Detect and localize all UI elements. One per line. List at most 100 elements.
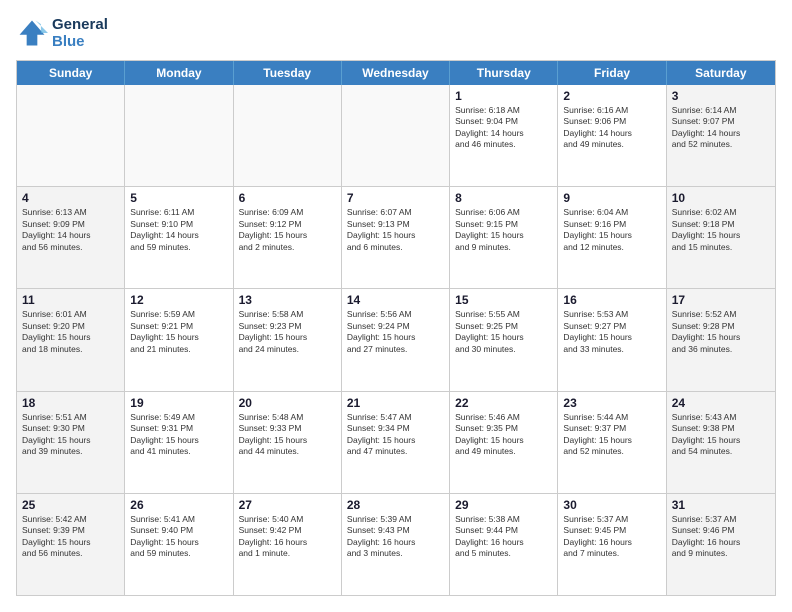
- day-info: Sunrise: 5:38 AM Sunset: 9:44 PM Dayligh…: [455, 514, 552, 560]
- calendar: SundayMondayTuesdayWednesdayThursdayFrid…: [16, 60, 776, 596]
- empty-cell: [342, 85, 450, 186]
- day-info: Sunrise: 6:02 AM Sunset: 9:18 PM Dayligh…: [672, 207, 770, 253]
- day-cell-24: 24 Sunrise: 5:43 AM Sunset: 9:38 PM Dayli…: [667, 392, 775, 493]
- logo: General Blue: [16, 16, 108, 50]
- logo-icon: [16, 17, 48, 49]
- day-number: 20: [239, 396, 336, 410]
- day-info: Sunrise: 5:44 AM Sunset: 9:37 PM Dayligh…: [563, 412, 660, 458]
- day-number: 3: [672, 89, 770, 103]
- calendar-row-2: 11 Sunrise: 6:01 AM Sunset: 9:20 PM Dayli…: [17, 289, 775, 391]
- day-info: Sunrise: 5:42 AM Sunset: 9:39 PM Dayligh…: [22, 514, 119, 560]
- day-info: Sunrise: 5:49 AM Sunset: 9:31 PM Dayligh…: [130, 412, 227, 458]
- empty-cell: [125, 85, 233, 186]
- day-cell-30: 30 Sunrise: 5:37 AM Sunset: 9:45 PM Dayli…: [558, 494, 666, 595]
- header: General Blue: [16, 16, 776, 50]
- empty-cell: [234, 85, 342, 186]
- day-number: 23: [563, 396, 660, 410]
- day-info: Sunrise: 6:01 AM Sunset: 9:20 PM Dayligh…: [22, 309, 119, 355]
- day-cell-25: 25 Sunrise: 5:42 AM Sunset: 9:39 PM Dayli…: [17, 494, 125, 595]
- day-info: Sunrise: 6:16 AM Sunset: 9:06 PM Dayligh…: [563, 105, 660, 151]
- day-cell-6: 6 Sunrise: 6:09 AM Sunset: 9:12 PM Daylig…: [234, 187, 342, 288]
- day-info: Sunrise: 5:56 AM Sunset: 9:24 PM Dayligh…: [347, 309, 444, 355]
- day-cell-11: 11 Sunrise: 6:01 AM Sunset: 9:20 PM Dayli…: [17, 289, 125, 390]
- day-number: 24: [672, 396, 770, 410]
- day-cell-18: 18Sunrise: 5:51 AM Sunset: 9:30 PM Dayli…: [17, 392, 125, 493]
- day-number: 6: [239, 191, 336, 205]
- day-info: Sunrise: 6:09 AM Sunset: 9:12 PM Dayligh…: [239, 207, 336, 253]
- day-cell-7: 7 Sunrise: 6:07 AM Sunset: 9:13 PM Daylig…: [342, 187, 450, 288]
- day-number: 17: [672, 293, 770, 307]
- header-day-sunday: Sunday: [17, 61, 125, 85]
- day-cell-14: 14 Sunrise: 5:56 AM Sunset: 9:24 PM Dayli…: [342, 289, 450, 390]
- day-number: 31: [672, 498, 770, 512]
- day-info: Sunrise: 6:07 AM Sunset: 9:13 PM Dayligh…: [347, 207, 444, 253]
- day-cell-1: 1Sunrise: 6:18 AM Sunset: 9:04 PM Daylig…: [450, 85, 558, 186]
- day-number: 30: [563, 498, 660, 512]
- day-info: Sunrise: 5:46 AM Sunset: 9:35 PM Dayligh…: [455, 412, 552, 458]
- day-cell-10: 10 Sunrise: 6:02 AM Sunset: 9:18 PM Dayli…: [667, 187, 775, 288]
- day-number: 21: [347, 396, 444, 410]
- day-number: 5: [130, 191, 227, 205]
- day-cell-8: 8 Sunrise: 6:06 AM Sunset: 9:15 PM Daylig…: [450, 187, 558, 288]
- day-number: 13: [239, 293, 336, 307]
- day-number: 14: [347, 293, 444, 307]
- day-cell-27: 27Sunrise: 5:40 AM Sunset: 9:42 PM Dayli…: [234, 494, 342, 595]
- page: General Blue SundayMondayTuesdayWednesda…: [0, 0, 792, 612]
- day-info: Sunrise: 5:58 AM Sunset: 9:23 PM Dayligh…: [239, 309, 336, 355]
- day-number: 26: [130, 498, 227, 512]
- day-cell-5: 5 Sunrise: 6:11 AM Sunset: 9:10 PM Daylig…: [125, 187, 233, 288]
- day-number: 19: [130, 396, 227, 410]
- day-info: Sunrise: 6:04 AM Sunset: 9:16 PM Dayligh…: [563, 207, 660, 253]
- logo-text: General Blue: [52, 16, 108, 50]
- day-number: 8: [455, 191, 552, 205]
- day-info: Sunrise: 5:37 AM Sunset: 9:46 PM Dayligh…: [672, 514, 770, 560]
- day-cell-16: 16 Sunrise: 5:53 AM Sunset: 9:27 PM Dayli…: [558, 289, 666, 390]
- day-number: 10: [672, 191, 770, 205]
- day-info: Sunrise: 5:40 AM Sunset: 9:42 PM Dayligh…: [239, 514, 336, 560]
- day-number: 11: [22, 293, 119, 307]
- calendar-row-4: 25 Sunrise: 5:42 AM Sunset: 9:39 PM Dayli…: [17, 494, 775, 595]
- day-number: 12: [130, 293, 227, 307]
- day-info: Sunrise: 5:48 AM Sunset: 9:33 PM Dayligh…: [239, 412, 336, 458]
- empty-cell: [17, 85, 125, 186]
- day-info: Sunrise: 5:43 AM Sunset: 9:38 PM Dayligh…: [672, 412, 770, 458]
- day-cell-26: 26Sunrise: 5:41 AM Sunset: 9:40 PM Dayli…: [125, 494, 233, 595]
- header-day-tuesday: Tuesday: [234, 61, 342, 85]
- day-info: Sunrise: 5:39 AM Sunset: 9:43 PM Dayligh…: [347, 514, 444, 560]
- day-cell-28: 28 Sunrise: 5:39 AM Sunset: 9:43 PM Dayli…: [342, 494, 450, 595]
- day-number: 22: [455, 396, 552, 410]
- day-info: Sunrise: 6:13 AM Sunset: 9:09 PM Dayligh…: [22, 207, 119, 253]
- day-cell-21: 21 Sunrise: 5:47 AM Sunset: 9:34 PM Dayli…: [342, 392, 450, 493]
- day-info: Sunrise: 5:55 AM Sunset: 9:25 PM Dayligh…: [455, 309, 552, 355]
- day-info: Sunrise: 5:53 AM Sunset: 9:27 PM Dayligh…: [563, 309, 660, 355]
- day-info: Sunrise: 5:37 AM Sunset: 9:45 PM Dayligh…: [563, 514, 660, 560]
- day-cell-4: 4Sunrise: 6:13 AM Sunset: 9:09 PM Daylig…: [17, 187, 125, 288]
- day-cell-23: 23 Sunrise: 5:44 AM Sunset: 9:37 PM Dayli…: [558, 392, 666, 493]
- day-cell-31: 31 Sunrise: 5:37 AM Sunset: 9:46 PM Dayli…: [667, 494, 775, 595]
- day-cell-12: 12Sunrise: 5:59 AM Sunset: 9:21 PM Dayli…: [125, 289, 233, 390]
- day-cell-9: 9 Sunrise: 6:04 AM Sunset: 9:16 PM Daylig…: [558, 187, 666, 288]
- header-day-monday: Monday: [125, 61, 233, 85]
- day-number: 15: [455, 293, 552, 307]
- calendar-body: 1Sunrise: 6:18 AM Sunset: 9:04 PM Daylig…: [17, 85, 775, 595]
- day-number: 25: [22, 498, 119, 512]
- header-day-thursday: Thursday: [450, 61, 558, 85]
- day-cell-19: 19 Sunrise: 5:49 AM Sunset: 9:31 PM Dayli…: [125, 392, 233, 493]
- day-number: 7: [347, 191, 444, 205]
- header-day-wednesday: Wednesday: [342, 61, 450, 85]
- day-cell-3: 3 Sunrise: 6:14 AM Sunset: 9:07 PM Daylig…: [667, 85, 775, 186]
- day-number: 2: [563, 89, 660, 103]
- day-number: 16: [563, 293, 660, 307]
- day-number: 9: [563, 191, 660, 205]
- day-info: Sunrise: 6:14 AM Sunset: 9:07 PM Dayligh…: [672, 105, 770, 151]
- day-info: Sunrise: 6:06 AM Sunset: 9:15 PM Dayligh…: [455, 207, 552, 253]
- day-cell-15: 15 Sunrise: 5:55 AM Sunset: 9:25 PM Dayli…: [450, 289, 558, 390]
- day-info: Sunrise: 6:11 AM Sunset: 9:10 PM Dayligh…: [130, 207, 227, 253]
- day-info: Sunrise: 5:47 AM Sunset: 9:34 PM Dayligh…: [347, 412, 444, 458]
- day-cell-29: 29Sunrise: 5:38 AM Sunset: 9:44 PM Dayli…: [450, 494, 558, 595]
- day-cell-2: 2 Sunrise: 6:16 AM Sunset: 9:06 PM Daylig…: [558, 85, 666, 186]
- day-number: 28: [347, 498, 444, 512]
- header-day-friday: Friday: [558, 61, 666, 85]
- header-day-saturday: Saturday: [667, 61, 775, 85]
- day-number: 18: [22, 396, 119, 410]
